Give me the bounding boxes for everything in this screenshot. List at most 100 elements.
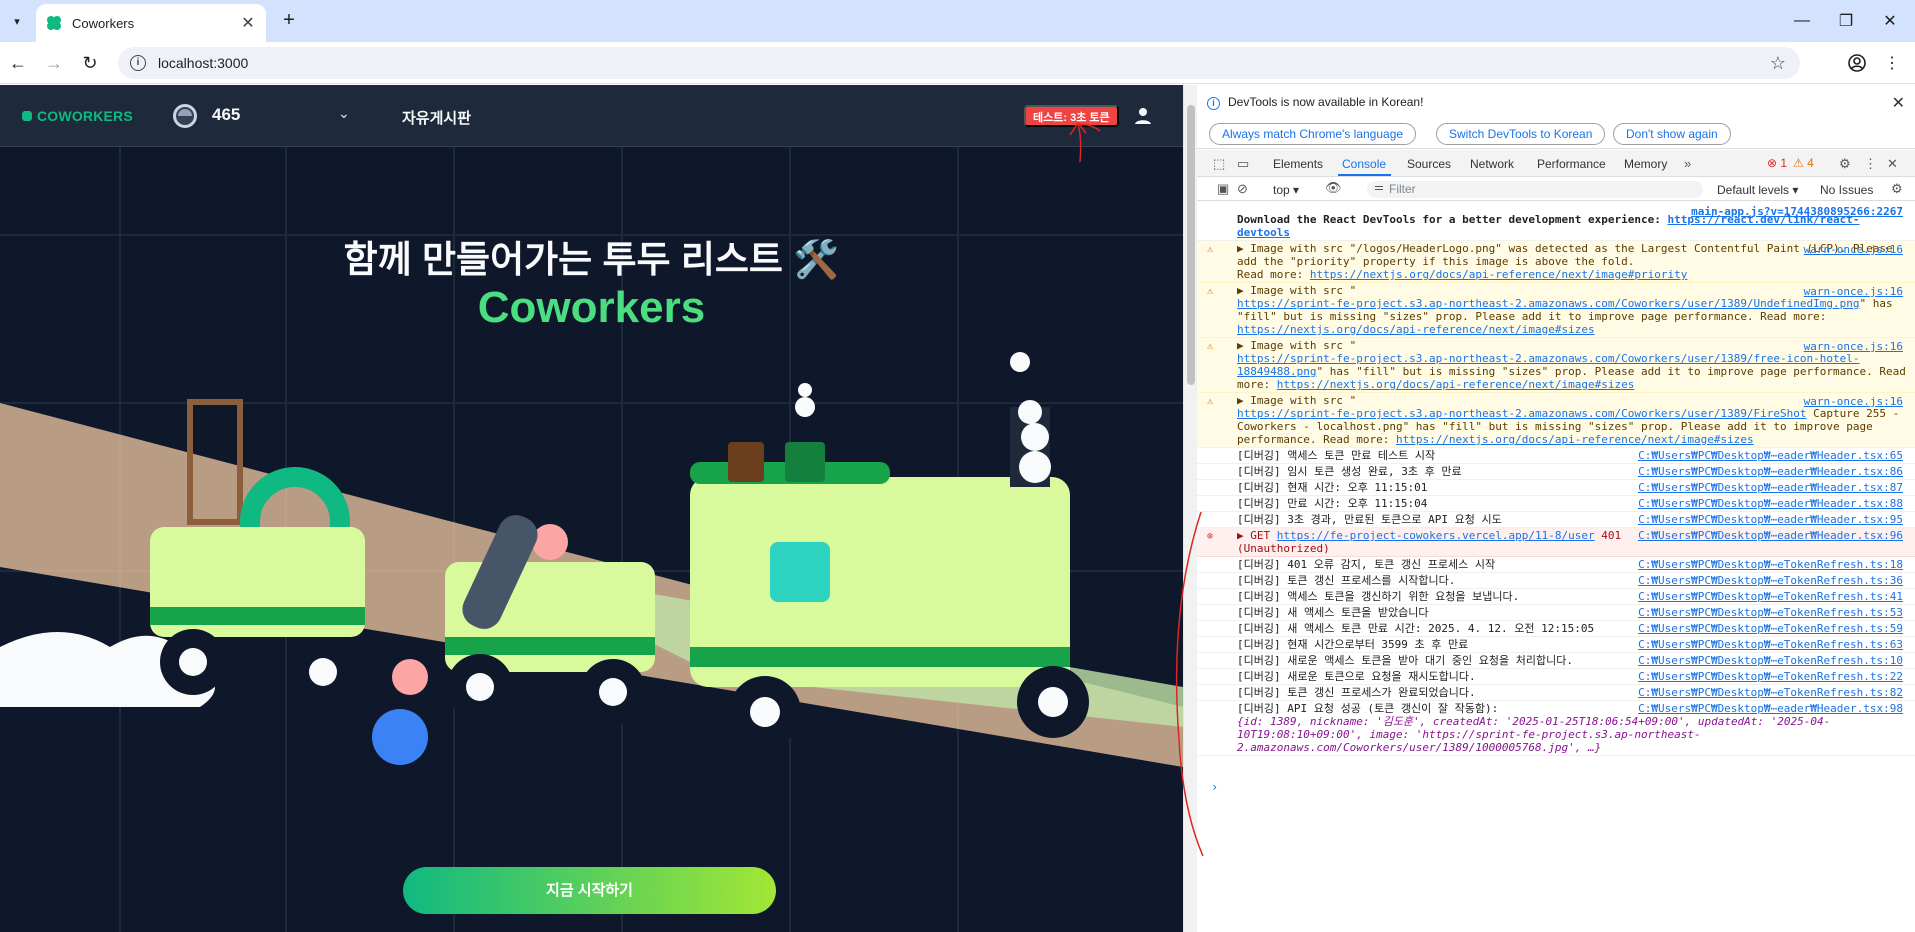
message-link[interactable]: https://nextjs.org/docs/api-reference/ne… xyxy=(1277,378,1635,391)
new-tab-icon[interactable]: + xyxy=(278,10,300,32)
tab-memory[interactable]: Memory xyxy=(1624,157,1667,171)
message-text: [디버깅] 새 액세스 토큰 만료 시간: 2025. 4. 12. 오전 12… xyxy=(1237,622,1595,635)
console-settings-icon[interactable]: ⚙ xyxy=(1891,181,1903,197)
console-message: ⚠ warn-once.js:16 ▶ Image with src " https… xyxy=(1197,283,1915,338)
logo-mark-icon xyxy=(22,111,32,121)
source-link[interactable]: C:₩Users₩PC₩Desktop₩⋯eTokenRefresh.ts:41 xyxy=(1638,590,1903,603)
site-info-icon[interactable]: i xyxy=(130,55,146,71)
source-link[interactable]: C:₩Users₩PC₩Desktop₩⋯eader₩Header.tsx:86 xyxy=(1638,465,1903,478)
profile-icon[interactable] xyxy=(1845,51,1869,75)
warning-count-badge[interactable]: ⚠ 4 xyxy=(1793,156,1814,170)
log-levels-dropdown[interactable]: Default levels ▾ xyxy=(1717,183,1798,197)
back-icon[interactable]: ← xyxy=(6,51,30,75)
browser-menu-icon[interactable]: ⋮ xyxy=(1880,51,1904,75)
source-link[interactable]: C:₩Users₩PC₩Desktop₩⋯eader₩Header.tsx:65 xyxy=(1638,449,1903,462)
start-now-button[interactable]: 지금 시작하기 xyxy=(403,867,776,914)
source-link[interactable]: C:₩Users₩PC₩Desktop₩⋯eTokenRefresh.ts:18 xyxy=(1638,558,1903,571)
console-message: main-app.js?v=1744380895266:2267 Download… xyxy=(1197,203,1915,241)
console-message: ⚠ warn-once.js:16 ▶ Image with src "/logos… xyxy=(1197,241,1915,283)
console-message: C:₩Users₩PC₩Desktop₩⋯eTokenRefresh.ts:59… xyxy=(1197,621,1915,637)
source-link[interactable]: C:₩Users₩PC₩Desktop₩⋯eTokenRefresh.ts:63 xyxy=(1638,638,1903,651)
source-link[interactable]: C:₩Users₩PC₩Desktop₩⋯eTokenRefresh.ts:59 xyxy=(1638,622,1903,635)
free-board-link[interactable]: 자유게시판 xyxy=(402,107,471,128)
message-text: [디버깅] 현재 시간으로부터 3599 초 후 만료 xyxy=(1237,638,1469,651)
sidebar-toggle-icon[interactable]: ▣ xyxy=(1217,181,1229,197)
scrollbar-thumb[interactable] xyxy=(1187,105,1195,385)
source-link[interactable]: C:₩Users₩PC₩Desktop₩⋯eader₩Header.tsx:95 xyxy=(1638,513,1903,526)
tab-sources[interactable]: Sources xyxy=(1407,157,1451,171)
message-text: [디버깅] 새 액세스 토큰을 받았습니다 xyxy=(1237,606,1429,619)
logged-object[interactable]: {id: 1389, nickname: '김도훈', createdAt: '… xyxy=(1237,715,1907,754)
message-link[interactable]: https://nextjs.org/docs/api-reference/ne… xyxy=(1310,268,1688,281)
console-message: C:₩Users₩PC₩Desktop₩⋯eTokenRefresh.ts:22… xyxy=(1197,669,1915,685)
message-link[interactable]: https://fe-project-cowokers.vercel.app/1… xyxy=(1277,529,1595,542)
message-link[interactable]: https://sprint-fe-project.s3.ap-northeas… xyxy=(1237,297,1860,310)
source-link[interactable]: C:₩Users₩PC₩Desktop₩⋯eader₩Header.tsx:98 xyxy=(1638,702,1903,715)
source-link[interactable]: C:₩Users₩PC₩Desktop₩⋯eTokenRefresh.ts:53 xyxy=(1638,606,1903,619)
bookmark-star-icon[interactable]: ☆ xyxy=(1770,53,1786,74)
console-message: C:₩Users₩PC₩Desktop₩⋯eader₩Header.tsx:95… xyxy=(1197,512,1915,528)
context-selector[interactable]: top ▾ xyxy=(1273,183,1299,197)
message-link[interactable]: https://nextjs.org/docs/api-reference/ne… xyxy=(1396,433,1754,446)
settings-gear-icon[interactable]: ⚙ xyxy=(1839,156,1851,172)
user-icon[interactable] xyxy=(1132,105,1154,127)
banner-text: DevTools is now available in Korean! xyxy=(1228,95,1424,109)
live-expression-eye-icon[interactable]: 👁 xyxy=(1325,180,1342,196)
match-chrome-language-button[interactable]: Always match Chrome's language xyxy=(1209,123,1417,145)
console-toolbar: ▣ ⊘ top ▾ 👁 Filter Default levels ▾ No I… xyxy=(1197,178,1915,201)
hero-title: 함께 만들어가는 투두 리스트 🛠️ xyxy=(343,239,840,280)
message-text: ▶ Image with src " xyxy=(1237,339,1357,352)
devtools-tabs: ⬚ ▭ Elements Console Sources Network Per… xyxy=(1197,150,1915,177)
source-link[interactable]: warn-once.js:16 xyxy=(1804,340,1903,353)
clear-console-icon[interactable]: ⊘ xyxy=(1237,181,1248,197)
source-link[interactable]: C:₩Users₩PC₩Desktop₩⋯eader₩Header.tsx:96 xyxy=(1638,529,1903,542)
console-prompt[interactable]: › xyxy=(1211,780,1218,794)
issues-counter[interactable]: No Issues xyxy=(1820,183,1873,197)
close-window-icon[interactable]: ✕ xyxy=(1862,0,1915,42)
tab-elements[interactable]: Elements xyxy=(1273,157,1323,171)
error-count-badge[interactable]: ⊗ 1 xyxy=(1767,156,1787,170)
tab-search-chevron-icon[interactable]: ▾ xyxy=(6,10,28,32)
inspect-element-icon[interactable]: ⬚ xyxy=(1213,156,1225,172)
console-message: ⚠ warn-once.js:16 ▶ Image with src " https… xyxy=(1197,393,1915,448)
coworkers-logo[interactable]: COWORKERS xyxy=(22,108,133,124)
browser-tab[interactable]: Coworkers ✕ xyxy=(36,4,266,42)
source-link[interactable]: warn-once.js:16 xyxy=(1804,395,1903,408)
reload-icon[interactable]: ↻ xyxy=(78,51,102,75)
tab-console[interactable]: Console xyxy=(1342,157,1386,171)
source-link[interactable]: C:₩Users₩PC₩Desktop₩⋯eTokenRefresh.ts:22 xyxy=(1638,670,1903,683)
close-tab-icon[interactable]: ✕ xyxy=(238,13,258,33)
message-text: [디버깅] API 요청 성공 (토큰 갱신이 잘 작동함): xyxy=(1237,702,1499,715)
address-bar[interactable]: i localhost:3000 ☆ xyxy=(118,47,1800,79)
source-link[interactable]: C:₩Users₩PC₩Desktop₩⋯eader₩Header.tsx:87 xyxy=(1638,481,1903,494)
error-icon: ⊗ xyxy=(1207,531,1214,542)
close-banner-icon[interactable]: ✕ xyxy=(1892,93,1905,113)
team-name[interactable]: 465 xyxy=(212,105,240,125)
device-toolbar-icon[interactable]: ▭ xyxy=(1237,156,1249,172)
active-tab-indicator xyxy=(1338,174,1391,176)
switch-to-korean-button[interactable]: Switch DevTools to Korean xyxy=(1436,123,1606,145)
team-dropdown-chevron-icon[interactable]: ⌄ xyxy=(338,105,350,122)
source-link[interactable]: main-app.js?v=1744380895266:2267 xyxy=(1691,205,1903,218)
console-message: C:₩Users₩PC₩Desktop₩⋯eader₩Header.tsx:98… xyxy=(1197,701,1915,756)
more-tabs-icon[interactable]: » xyxy=(1684,156,1691,171)
tab-network[interactable]: Network xyxy=(1470,157,1514,171)
dont-show-again-button[interactable]: Don't show again xyxy=(1613,123,1731,145)
tab-performance[interactable]: Performance xyxy=(1537,157,1606,171)
message-link[interactable]: https://sprint-fe-project.s3.ap-northeas… xyxy=(1237,407,1807,420)
message-text: [디버깅] 임시 토큰 생성 완료, 3초 후 만료 xyxy=(1237,465,1462,478)
message-text: ▶ Image with src " xyxy=(1237,284,1357,297)
url-text[interactable]: localhost:3000 xyxy=(158,55,248,71)
source-link[interactable]: C:₩Users₩PC₩Desktop₩⋯eTokenRefresh.ts:10 xyxy=(1638,654,1903,667)
forward-icon[interactable]: → xyxy=(42,51,66,75)
message-text: [디버깅] 토큰 갱신 프로세스가 완료되었습니다. xyxy=(1237,686,1476,699)
source-link[interactable]: warn-once.js:16 xyxy=(1804,243,1903,256)
source-link[interactable]: C:₩Users₩PC₩Desktop₩⋯eTokenRefresh.ts:82 xyxy=(1638,686,1903,699)
kebab-menu-icon[interactable]: ⋮ xyxy=(1864,156,1877,172)
console-filter-input[interactable]: Filter xyxy=(1367,181,1703,198)
source-link[interactable]: C:₩Users₩PC₩Desktop₩⋯eTokenRefresh.ts:36 xyxy=(1638,574,1903,587)
source-link[interactable]: warn-once.js:16 xyxy=(1804,285,1903,298)
close-devtools-icon[interactable]: ✕ xyxy=(1887,156,1898,172)
message-link[interactable]: https://nextjs.org/docs/api-reference/ne… xyxy=(1237,323,1595,336)
source-link[interactable]: C:₩Users₩PC₩Desktop₩⋯eader₩Header.tsx:88 xyxy=(1638,497,1903,510)
